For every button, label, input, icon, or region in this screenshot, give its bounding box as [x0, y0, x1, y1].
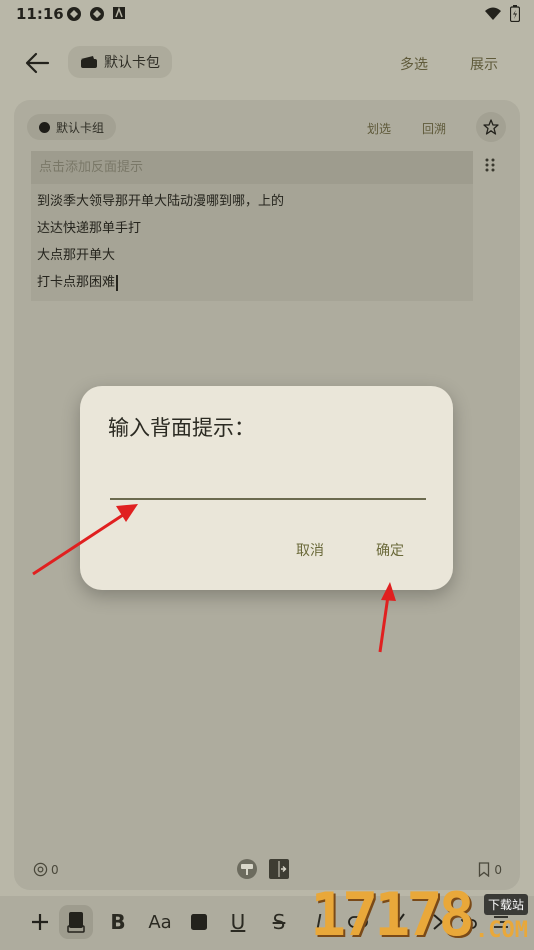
site-watermark: 17178 下载站 .COM [310, 880, 534, 950]
watermark-domain: .COM [475, 918, 528, 943]
watermark-badge: 下载站 [483, 894, 528, 915]
annotation-arrows [32, 504, 396, 653]
annotation-arrow [32, 504, 138, 576]
watermark-numbers: 17178 [310, 880, 475, 950]
annotation-arrow [378, 582, 396, 653]
